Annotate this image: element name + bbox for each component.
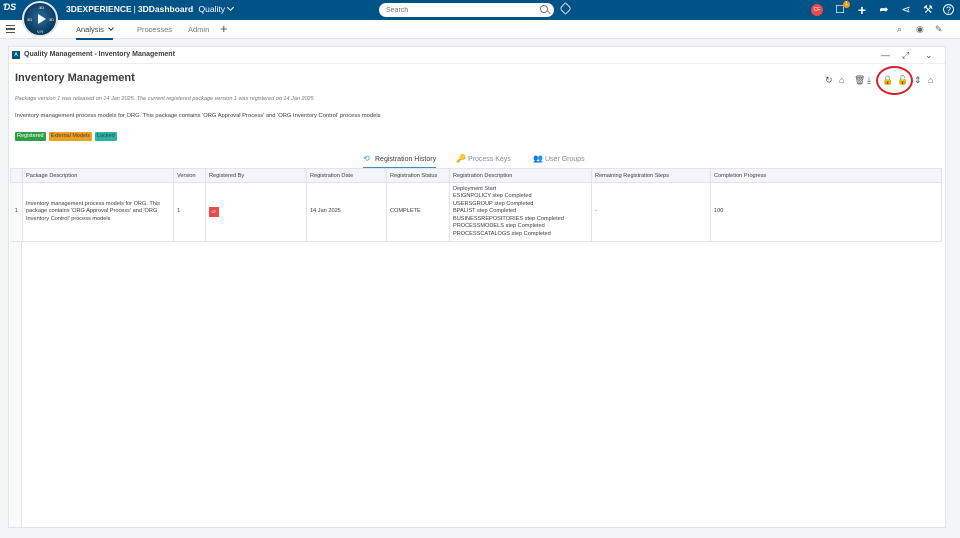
- maximize-icon[interactable]: ⤢: [902, 50, 909, 61]
- tab-registration-history-label: Registration History: [375, 156, 437, 163]
- description-line: PROCESSMODELS step Completed: [453, 223, 545, 230]
- compass-west-label: 3D: [27, 17, 33, 22]
- widget-title: Quality Management - Inventory Managemen…: [24, 51, 175, 58]
- cell-registered-by: CF: [205, 182, 307, 242]
- minimize-icon[interactable]: —: [881, 50, 890, 60]
- home-icon[interactable]: ⌂: [928, 75, 933, 85]
- cell-remaining-steps: -: [591, 182, 711, 242]
- brand-app: 3DDashboard: [137, 4, 194, 14]
- registration-history-table: Package Description Version Registered B…: [10, 168, 942, 242]
- header-package-description[interactable]: Package Description: [22, 168, 174, 183]
- description-line: BPALIST step Completed: [453, 208, 517, 215]
- description-line: Deployment Start: [453, 186, 497, 193]
- tab-registration-history[interactable]: ⟲ Registration History: [363, 154, 437, 169]
- header-version[interactable]: Version: [173, 168, 206, 183]
- table-header-row: Package Description Version Registered B…: [10, 168, 942, 183]
- archive-icon[interactable]: ⌂: [839, 75, 844, 85]
- expand-collapse-icon[interactable]: ⇕: [914, 75, 922, 86]
- top-bar: ƊS 3D 3D 3D V,R 3DEXPERIENCE | 3DDashboard…: [0, 0, 960, 37]
- brand-separator: |: [133, 4, 136, 14]
- user-avatar[interactable]: CF: [209, 207, 219, 217]
- tag-locked: Locked: [95, 132, 117, 141]
- table-row[interactable]: 1 Inventory management process models fo…: [10, 182, 942, 242]
- download-icon[interactable]: ⤓: [867, 75, 871, 86]
- settings-icon[interactable]: ✎: [935, 24, 943, 35]
- highlight-annotation: [876, 66, 913, 95]
- tab-admin[interactable]: Admin: [188, 25, 209, 34]
- app-icon: A: [12, 51, 20, 59]
- package-description: Inventory management process models for …: [15, 113, 381, 119]
- header-completion-progress[interactable]: Completion Progress: [710, 168, 942, 183]
- brand-title[interactable]: 3DEXPERIENCE | 3DDashboard Quality: [66, 3, 235, 14]
- description-line: USERSGROUP step Completed: [453, 200, 534, 207]
- history-icon: ⟲: [363, 154, 370, 163]
- page-title: Inventory Management: [15, 72, 135, 84]
- compass-icon[interactable]: 3D 3D 3D V,R: [22, 1, 58, 37]
- tab-user-groups[interactable]: 👥 User Groups: [533, 154, 585, 163]
- compass-south-label: V,R: [37, 29, 44, 34]
- dashboard-tab-bar: Analysis Processes Admin + ⌕ ◉ ✎: [0, 20, 960, 40]
- notification-badge: 1: [843, 1, 850, 8]
- header-registration-status[interactable]: Registration Status: [386, 168, 450, 183]
- header-registration-date[interactable]: Registration Date: [306, 168, 387, 183]
- header-registered-by[interactable]: Registered By: [205, 168, 307, 183]
- record-tabs: ⟲ Registration History 🔑 Process Keys 👥 Use…: [9, 150, 945, 169]
- compass-north-label: 3D: [39, 5, 45, 10]
- tab-user-groups-label: User Groups: [545, 156, 585, 163]
- cell-registration-description: Deployment Start ESIGNPOLICY step Comple…: [449, 182, 592, 242]
- play-icon: [38, 14, 46, 24]
- tag-icon[interactable]: [559, 2, 572, 15]
- cell-registration-status: COMPLETE: [386, 182, 450, 242]
- network-icon[interactable]: ⋖: [899, 3, 913, 17]
- chevron-down-icon[interactable]: [108, 25, 114, 31]
- header-index: [10, 168, 23, 183]
- tab-analysis-label: Analysis: [76, 25, 104, 34]
- header-registration-description[interactable]: Registration Description: [449, 168, 592, 183]
- tag-external-models: External Models: [48, 132, 93, 141]
- tab-process-keys[interactable]: 🔑 Process Keys: [456, 154, 511, 163]
- add-icon[interactable]: +: [855, 3, 869, 17]
- widget-panel: A Quality Management - Inventory Managem…: [8, 46, 946, 528]
- header-remaining-steps[interactable]: Remaining Registration Steps: [591, 168, 711, 183]
- user-avatar[interactable]: CF: [811, 4, 823, 16]
- search-icon[interactable]: [540, 5, 548, 13]
- delete-icon[interactable]: 🗑: [854, 75, 865, 86]
- menu-icon[interactable]: [6, 25, 15, 35]
- brand-prefix: 3DEXPERIENCE: [66, 4, 132, 14]
- cell-registration-date: 14 Jan 2025: [306, 182, 387, 242]
- status-tags: Registered External Models Locked: [15, 132, 117, 141]
- users-icon: 👥: [533, 154, 543, 163]
- key-icon: 🔑: [456, 154, 466, 163]
- refresh-icon[interactable]: ↻: [825, 75, 833, 86]
- cell-package-description: Inventory management process models for …: [22, 182, 174, 242]
- share-icon[interactable]: ➦: [877, 3, 891, 17]
- add-tab-button[interactable]: +: [220, 22, 228, 35]
- tag-registered: Registered: [15, 132, 46, 141]
- tab-analysis[interactable]: Analysis: [76, 25, 114, 40]
- row-index: 1: [10, 182, 23, 242]
- package-version-text: Package version 1 was released on 14 Jan…: [15, 96, 314, 102]
- brand-context: Quality: [198, 4, 225, 14]
- tab-processes[interactable]: Processes: [137, 25, 172, 34]
- tab-process-keys-label: Process Keys: [468, 156, 511, 163]
- help-icon[interactable]: ?: [943, 4, 954, 15]
- search-people-icon[interactable]: ⌕: [897, 24, 902, 35]
- chevron-down-icon: [226, 3, 235, 12]
- toggle-view-icon[interactable]: ◉: [916, 24, 924, 35]
- widget-header: A Quality Management - Inventory Managem…: [9, 47, 945, 64]
- description-line: BUSINESSREPOSITORIES step Completed: [453, 215, 564, 222]
- description-line: ESIGNPOLICY step Completed: [453, 193, 532, 200]
- compass-east-label: 3D: [49, 17, 55, 22]
- chevron-down-icon[interactable]: ⌄: [925, 50, 933, 61]
- search-input[interactable]: [379, 3, 554, 17]
- cell-completion-progress: 100: [710, 182, 942, 242]
- description-line: PROCESSCATALOGS step Completed: [453, 230, 551, 237]
- ds-logo[interactable]: ƊS: [3, 2, 19, 18]
- cell-version: 1: [173, 182, 206, 242]
- tools-icon[interactable]: ⚒: [921, 3, 935, 17]
